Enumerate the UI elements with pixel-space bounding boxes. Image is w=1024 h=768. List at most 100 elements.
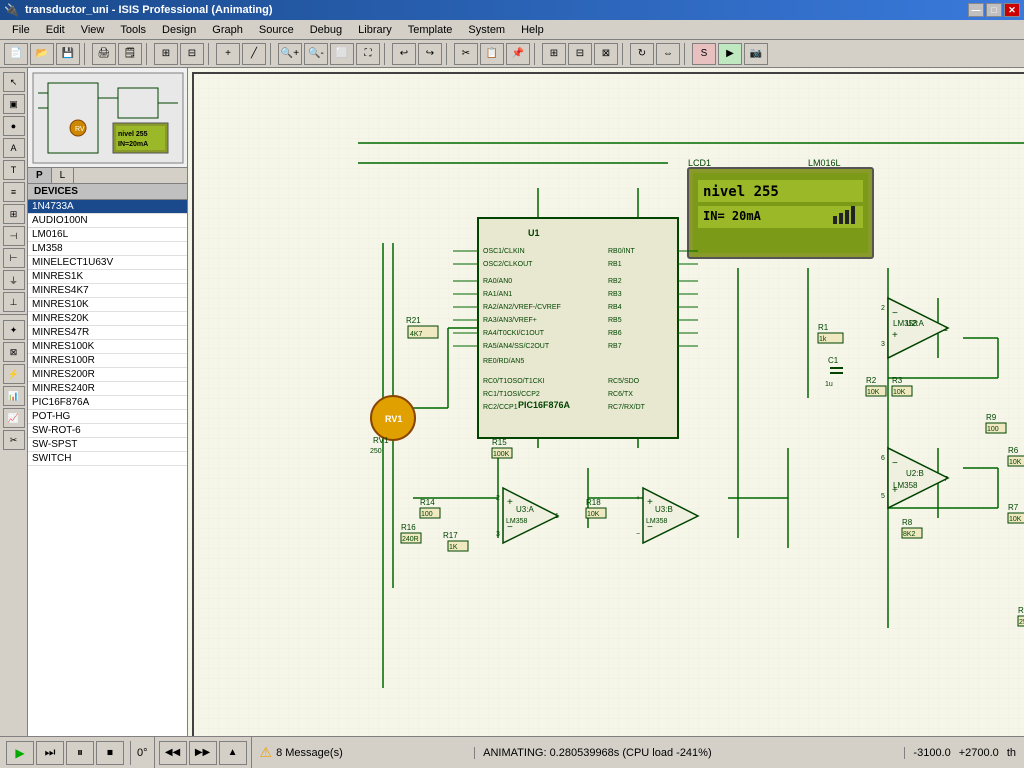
open-button[interactable]: 📂 [30,43,54,65]
text-tool[interactable]: T [3,160,25,180]
maximize-button[interactable]: □ [986,3,1002,17]
tab-l[interactable]: L [52,168,75,183]
device-item[interactable]: MINRES100R [28,354,187,368]
play-button[interactable]: ▶ [6,741,34,765]
new-button[interactable]: 📄 [4,43,28,65]
cut-button[interactable]: ✂ [454,43,478,65]
menu-template[interactable]: Template [400,22,461,38]
select-tool[interactable]: ↖ [3,72,25,92]
zoom-area-button[interactable]: ⬜ [330,43,354,65]
terminal-tool[interactable]: ⊣ [3,226,25,246]
pause-button[interactable]: ⏸ [66,741,94,765]
menu-tools[interactable]: Tools [112,22,154,38]
undo-button[interactable]: ↩ [392,43,416,65]
instrument-tool[interactable]: 📊 [3,386,25,406]
menu-source[interactable]: Source [251,22,302,38]
device-item[interactable]: MINRES20K [28,312,187,326]
device-item[interactable]: PIC16F876A [28,396,187,410]
main-toolbar: 📄 📂 💾 🖨 🗒 ⊞ ⊟ + ╱ 🔍+ 🔍- ⬜ ⛶ ↩ ↪ ✂ 📋 📌 ⊞ … [0,40,1024,68]
zoom-all-button[interactable]: ⛶ [356,43,380,65]
menu-help[interactable]: Help [513,22,552,38]
paste-button[interactable]: 📌 [506,43,530,65]
snap-button[interactable]: ⊞ [154,43,178,65]
svg-text:10K: 10K R19 25k5 R20 1k C2 100h D1 1N [587,511,600,518]
step-button[interactable]: ⏭ [36,741,64,765]
device-item[interactable]: SW-SPST [28,438,187,452]
device-item[interactable]: SW-ROT-6 [28,424,187,438]
zoom-out-button[interactable]: 🔍- [304,43,328,65]
schematic[interactable]: nivel 255 IN= 20mA LCD1 LM016L U1 OSC1/C… [188,68,1024,736]
menu-system[interactable]: System [460,22,513,38]
svg-text:RA1/AN1: RA1/AN1 [483,291,512,298]
generator-tool[interactable]: ⚡ [3,364,25,384]
menu-graph[interactable]: Graph [204,22,251,38]
add-component-button[interactable]: + [216,43,240,65]
menu-file[interactable]: File [4,22,38,38]
split-tool[interactable]: ✂ [3,430,25,450]
step-back-button[interactable]: ◀◀ [159,741,187,765]
device-item[interactable]: LM016L [28,228,187,242]
ground-tool[interactable]: ⊥ [3,292,25,312]
component-tool[interactable]: ▣ [3,94,25,114]
print-preview-button[interactable]: 🗒 [118,43,142,65]
device-item[interactable]: LM358 [28,242,187,256]
grid-button[interactable]: ⊟ [180,43,204,65]
menu-debug[interactable]: Debug [302,22,350,38]
device-item[interactable]: MINRES10K [28,298,187,312]
block-move-button[interactable]: ⊟ [568,43,592,65]
probe-tool[interactable]: ✦ [3,320,25,340]
menu-edit[interactable]: Edit [38,22,73,38]
print-button[interactable]: 🖨 [92,43,116,65]
device-item[interactable]: MINRES1K [28,270,187,284]
menu-view[interactable]: View [73,22,113,38]
menu-library[interactable]: Library [350,22,400,38]
device-item[interactable]: MINRES100K [28,340,187,354]
device-item[interactable]: MINELECT1U63V [28,256,187,270]
canvas-area[interactable]: nivel 255 IN= 20mA LCD1 LM016L U1 OSC1/C… [188,68,1024,736]
device-item[interactable]: MINRES4K7 [28,284,187,298]
block-delete-button[interactable]: ⊠ [594,43,618,65]
junction-tool[interactable]: ● [3,116,25,136]
svg-text:R2: R2 [866,376,877,385]
step-up-button[interactable]: ▲ [219,741,247,765]
title-bar: 🔌 transductor_uni - ISIS Professional (A… [0,0,1024,20]
add-wire-button[interactable]: ╱ [242,43,266,65]
svg-text:U3:B: U3:B [655,505,673,514]
copy-button[interactable]: 📋 [480,43,504,65]
svg-text:R7: R7 [1008,503,1019,512]
device-item[interactable]: AUDIO100N [28,214,187,228]
stop-button[interactable]: ⏹ [96,741,124,765]
mirror-button[interactable]: ⇔ [656,43,680,65]
wire-label-tool[interactable]: A [3,138,25,158]
sim-button[interactable]: ▶ [718,43,742,65]
svg-text:+: + [647,497,653,508]
sub-circuit-tool[interactable]: ⊞ [3,204,25,224]
bus-tool[interactable]: ≡ [3,182,25,202]
power-tool[interactable]: ⏚ [3,270,25,290]
device-item[interactable]: 1N4733A [28,200,187,214]
tab-p[interactable]: P [28,168,52,183]
device-item[interactable]: MINRES47R [28,326,187,340]
device-list[interactable]: 1N4733AAUDIO100NLM016LLM358MINELECT1U63V… [28,200,187,736]
tape-tool[interactable]: ⊠ [3,342,25,362]
save-button[interactable]: 💾 [56,43,80,65]
step-forward-button[interactable]: ▶▶ [189,741,217,765]
close-button[interactable]: ✕ [1004,3,1020,17]
graph-tool[interactable]: 📈 [3,408,25,428]
device-item[interactable]: SWITCH [28,452,187,466]
redo-button[interactable]: ↪ [418,43,442,65]
block-copy-button[interactable]: ⊞ [542,43,566,65]
zoom-in-button[interactable]: 🔍+ [278,43,302,65]
svg-text:8K2: 8K2 [903,531,916,538]
menu-design[interactable]: Design [154,22,204,38]
capture-button[interactable]: 📷 [744,43,768,65]
device-item[interactable]: MINRES240R [28,382,187,396]
rotate-button[interactable]: ↻ [630,43,654,65]
svg-text:RC6/TX: RC6/TX [608,391,633,398]
device-item[interactable]: POT-HG [28,410,187,424]
spice-button[interactable]: S [692,43,716,65]
device-item[interactable]: MINRES200R [28,368,187,382]
svg-text:3: 3 [496,531,500,538]
minimize-button[interactable]: — [968,3,984,17]
port-tool[interactable]: ⊢ [3,248,25,268]
